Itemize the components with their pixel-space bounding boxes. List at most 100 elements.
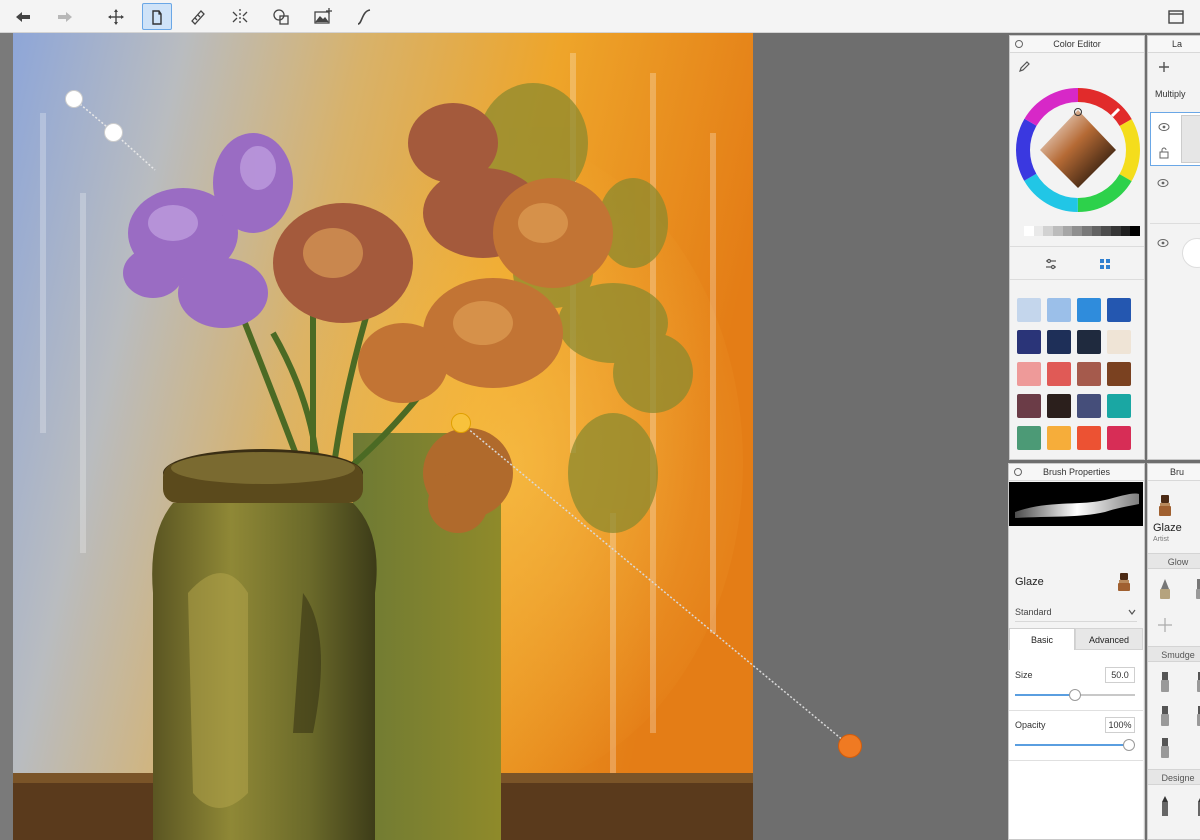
glow-brush-icon-2[interactable]: [1192, 577, 1200, 601]
color-swatch[interactable]: [1047, 298, 1071, 322]
color-wheel[interactable]: [1016, 88, 1140, 212]
opacity-slider-fill: [1015, 744, 1129, 746]
drawing-canvas[interactable]: [13, 33, 753, 840]
blend-mode-label[interactable]: Multiply: [1155, 89, 1186, 99]
glow-brush-icon[interactable]: [1156, 577, 1174, 601]
redo-button[interactable]: [50, 3, 80, 30]
shapes-button[interactable]: [266, 3, 296, 30]
brush-preset-dropdown[interactable]: Standard: [1015, 602, 1137, 622]
tab-advanced[interactable]: Advanced: [1075, 628, 1143, 650]
color-swatch[interactable]: [1107, 394, 1131, 418]
swatches-tab[interactable]: [1096, 255, 1114, 273]
grayscale-swatch[interactable]: [1043, 226, 1054, 236]
color-swatch[interactable]: [1017, 330, 1041, 354]
brushes-panel: Bru Glaze Artist Glow Smudge Designe: [1147, 463, 1200, 840]
layer-item-selected[interactable]: [1150, 112, 1200, 166]
opacity-slider[interactable]: [1015, 739, 1135, 751]
color-swatch[interactable]: [1017, 394, 1041, 418]
color-swatch[interactable]: [1047, 330, 1071, 354]
panel-pin-icon[interactable]: [1013, 467, 1023, 477]
color-swatch[interactable]: [1107, 330, 1131, 354]
grayscale-swatch[interactable]: [1062, 226, 1073, 236]
color-swatch[interactable]: [1017, 362, 1041, 386]
color-swatch[interactable]: [1017, 426, 1041, 450]
color-swatch[interactable]: [1047, 426, 1071, 450]
gradient-fill-button[interactable]: [142, 3, 172, 30]
canvas-margin: [0, 33, 13, 840]
color-swatch[interactable]: [1077, 330, 1101, 354]
color-editor-panel: Color Editor: [1009, 35, 1145, 460]
grayscale-swatch[interactable]: [1053, 226, 1063, 236]
smudge-brush-icon-3[interactable]: [1156, 704, 1174, 728]
opacity-label: Opacity: [1015, 720, 1046, 730]
color-swatch[interactable]: [1017, 298, 1041, 322]
color-swatch[interactable]: [1107, 426, 1131, 450]
color-swatch[interactable]: [1077, 394, 1101, 418]
eye-icon[interactable]: [1157, 238, 1169, 248]
redo-icon: [58, 11, 72, 22]
sliders-icon: [1046, 258, 1056, 270]
opacity-value[interactable]: 100%: [1105, 717, 1135, 733]
grayscale-strip[interactable]: [1024, 226, 1141, 236]
layer-item[interactable]: [1150, 226, 1200, 282]
pencil-brush-icon[interactable]: [1156, 794, 1174, 818]
grayscale-swatch[interactable]: [1120, 226, 1131, 236]
layers-panel: La Multiply: [1147, 35, 1200, 460]
color-swatch[interactable]: [1107, 362, 1131, 386]
size-slider-knob[interactable]: [1069, 689, 1081, 701]
grayscale-swatch[interactable]: [1091, 226, 1102, 236]
pencil-brush-icon-2[interactable]: [1192, 794, 1200, 818]
symmetry-button[interactable]: [225, 3, 255, 30]
tab-basic[interactable]: Basic: [1009, 628, 1075, 650]
size-slider[interactable]: [1015, 689, 1135, 701]
lock-icon[interactable]: [1158, 147, 1170, 159]
add-brush-icon[interactable]: [1156, 612, 1174, 636]
add-image-icon: [314, 7, 332, 24]
color-swatch[interactable]: [1107, 298, 1131, 322]
brush-properties-title: Brush Properties: [1009, 464, 1144, 481]
color-swatch[interactable]: [1077, 362, 1101, 386]
smudge-brush-icon[interactable]: [1156, 670, 1174, 694]
window-button[interactable]: [1161, 3, 1191, 30]
gradient-midpoint-handle[interactable]: [104, 123, 123, 142]
gradient-center-handle[interactable]: [451, 413, 471, 433]
grayscale-swatch[interactable]: [1024, 226, 1034, 236]
eye-icon[interactable]: [1157, 178, 1169, 188]
color-swatch[interactable]: [1047, 362, 1071, 386]
layer-thumbnail: [1182, 238, 1200, 268]
section-glow[interactable]: Glow: [1148, 553, 1200, 569]
grayscale-swatch[interactable]: [1130, 226, 1141, 236]
transform-button[interactable]: [101, 3, 131, 30]
grayscale-swatch[interactable]: [1111, 226, 1121, 236]
grayscale-swatch[interactable]: [1101, 226, 1112, 236]
eyedropper-icon[interactable]: [1017, 60, 1031, 74]
eye-icon[interactable]: [1158, 122, 1170, 132]
section-designer[interactable]: Designe: [1148, 769, 1200, 785]
curve-button[interactable]: [349, 3, 379, 30]
ruler-icon: [191, 9, 205, 25]
brush-basic-settings: Size 50.0 Opacity 100%: [1009, 650, 1143, 839]
grayscale-swatch[interactable]: [1082, 226, 1092, 236]
grayscale-swatch[interactable]: [1033, 226, 1044, 236]
gradient-start-handle[interactable]: [65, 90, 83, 108]
smudge-brush-icon-5[interactable]: [1156, 736, 1174, 760]
color-swatch[interactable]: [1077, 426, 1101, 450]
panel-pin-icon[interactable]: [1014, 39, 1024, 49]
sliders-tab[interactable]: [1042, 255, 1060, 273]
section-smudge[interactable]: Smudge: [1148, 646, 1200, 662]
undo-button[interactable]: [8, 3, 38, 30]
ruler-button[interactable]: [183, 3, 213, 30]
add-layer-icon[interactable]: [1157, 60, 1171, 74]
gradient-end-handle[interactable]: [838, 734, 862, 758]
size-value[interactable]: 50.0: [1105, 667, 1135, 683]
brush-property-tabs: Basic Advanced: [1009, 628, 1143, 650]
color-swatch[interactable]: [1077, 298, 1101, 322]
add-image-button[interactable]: [308, 3, 338, 30]
color-swatch[interactable]: [1047, 394, 1071, 418]
opacity-slider-knob[interactable]: [1123, 739, 1135, 751]
smudge-brush-icon-4[interactable]: [1192, 704, 1200, 728]
undo-icon: [16, 11, 30, 22]
smudge-brush-icon-2[interactable]: [1192, 670, 1200, 694]
grayscale-swatch[interactable]: [1072, 226, 1083, 236]
layer-item[interactable]: [1150, 168, 1200, 224]
